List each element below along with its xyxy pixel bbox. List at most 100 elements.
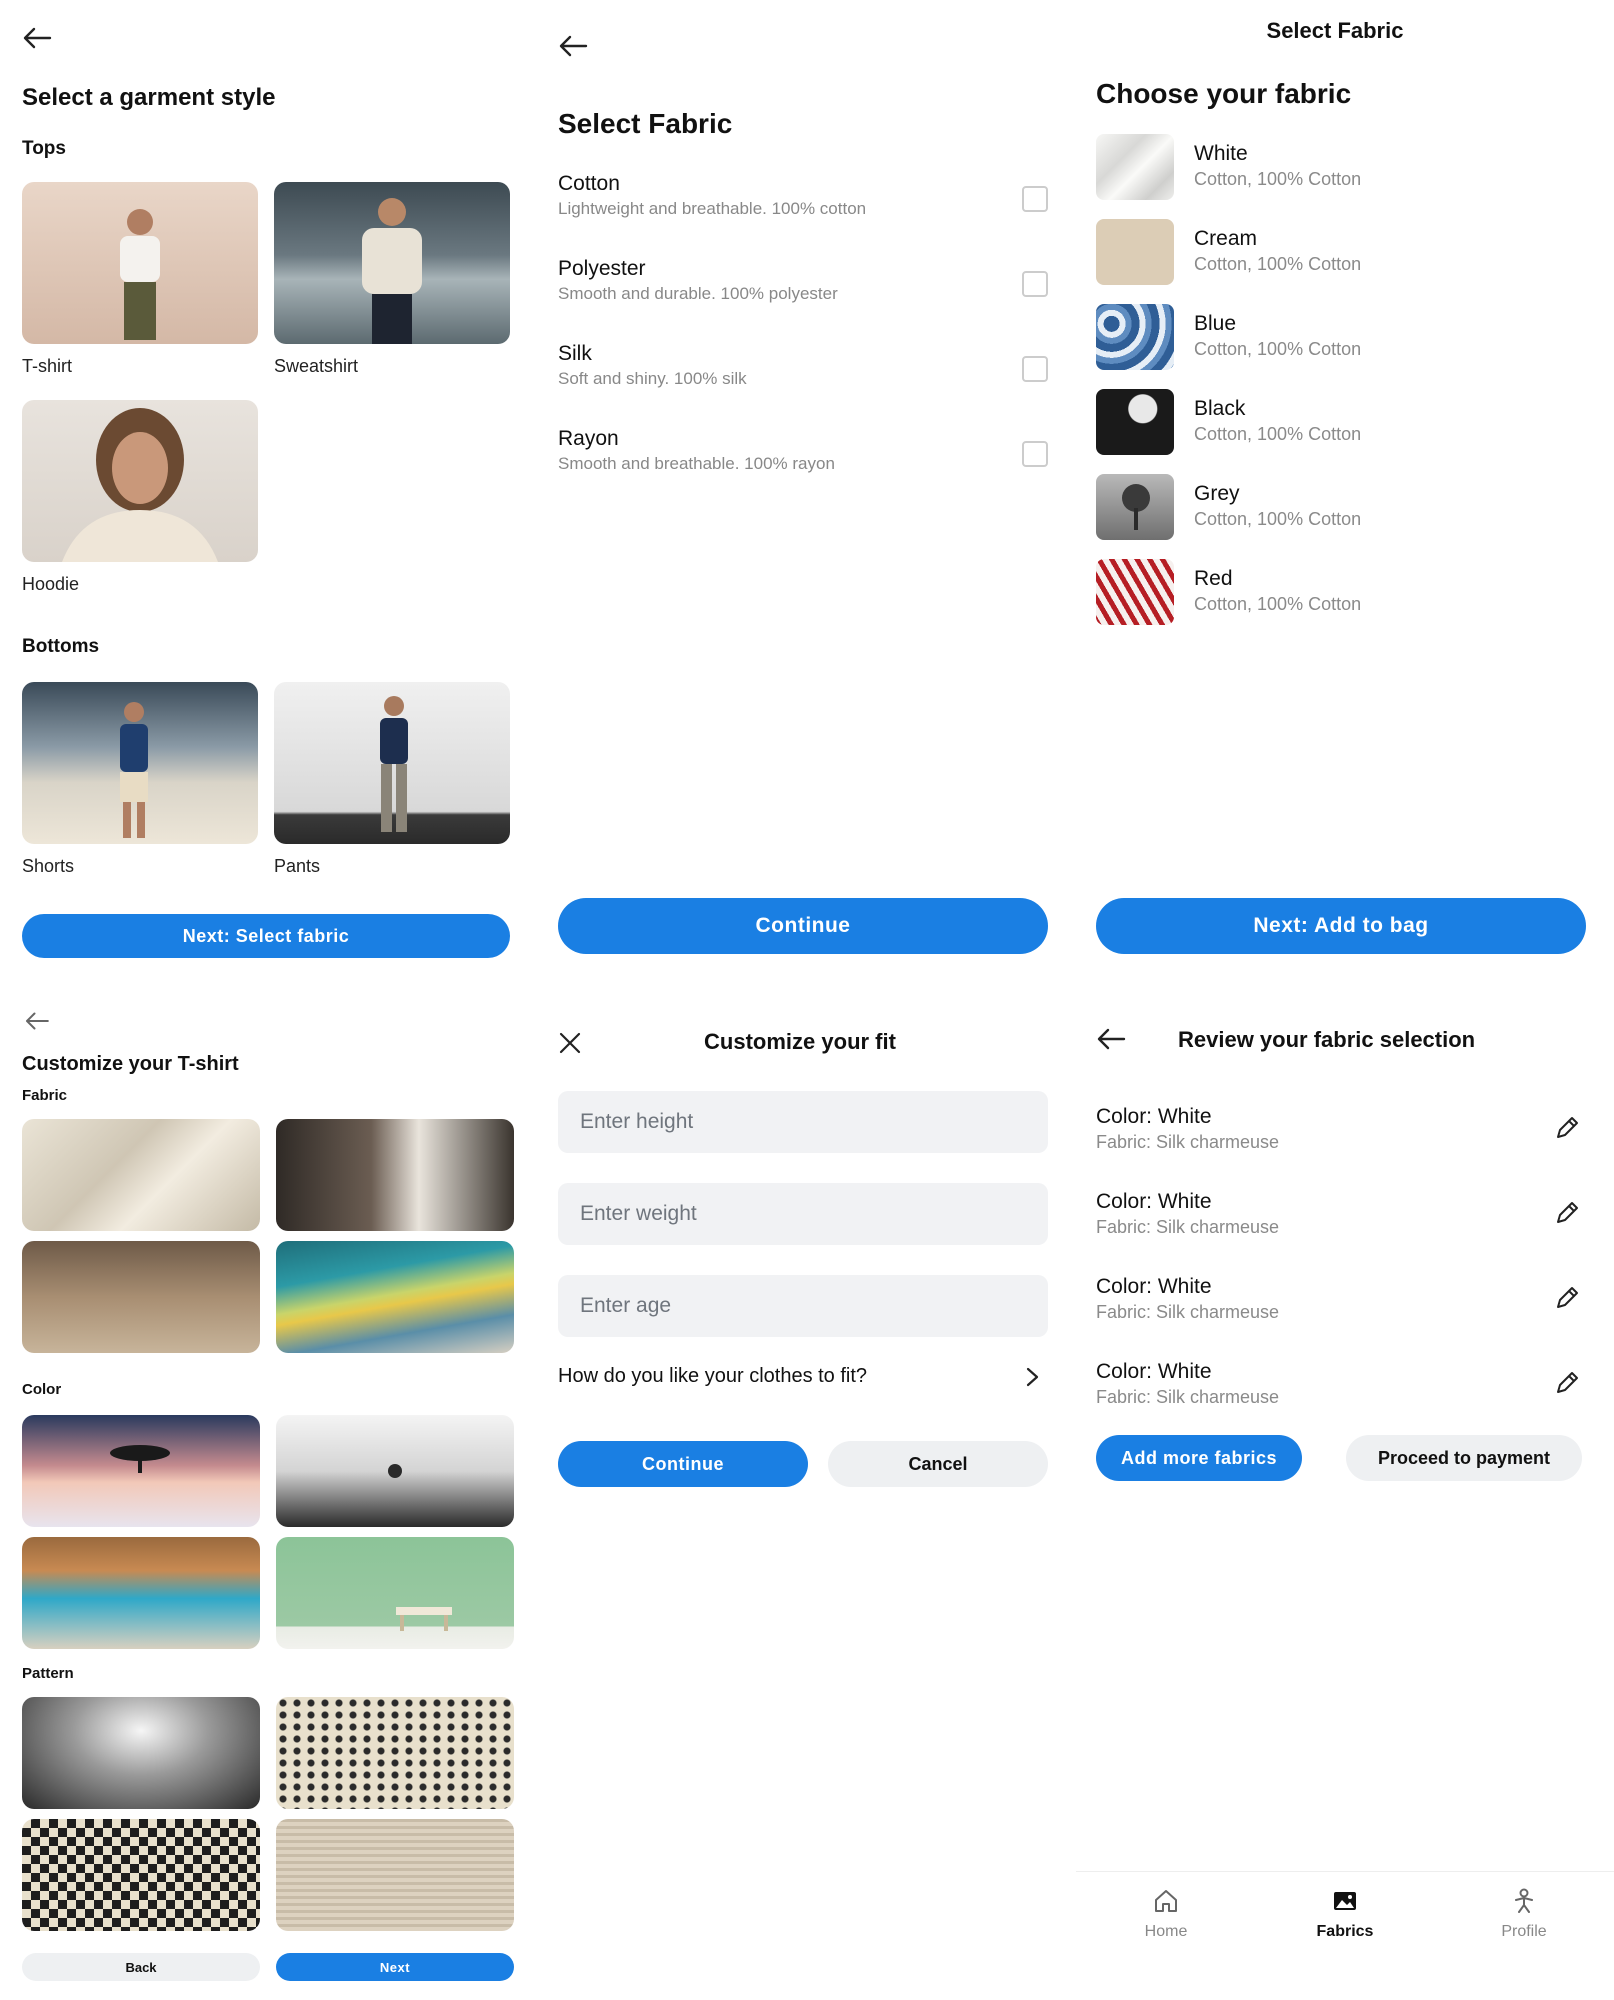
proceed-to-payment-button[interactable]: Proceed to payment <box>1346 1435 1582 1481</box>
fabric-description: Smooth and durable. 100% polyester <box>558 284 838 303</box>
swatch-description: Cotton, 100% Cotton <box>1194 509 1362 529</box>
edit-pencil-icon[interactable] <box>1552 1283 1582 1313</box>
edit-pencil-icon[interactable] <box>1552 1198 1582 1228</box>
back-button[interactable]: Back <box>22 1953 260 1981</box>
color-option-image[interactable] <box>276 1537 514 1649</box>
add-more-fabrics-button[interactable]: Add more fabrics <box>1096 1435 1302 1481</box>
white-swatch <box>1096 134 1174 200</box>
blue-swatch <box>1096 304 1174 370</box>
tshirt-image[interactable] <box>22 182 258 344</box>
fabric-description: Lightweight and breathable. 100% cotton <box>558 199 867 218</box>
rayon-checkbox[interactable] <box>1022 441 1048 467</box>
back-arrow-icon[interactable] <box>22 26 52 50</box>
cream-swatch <box>1096 219 1174 285</box>
page-title: Select Fabric <box>558 108 733 139</box>
fabric-option-image[interactable] <box>276 1241 514 1353</box>
next-button[interactable]: Next <box>276 1953 514 1981</box>
garment-style-screen: Select a garment style Tops T-shirt Swea… <box>0 0 538 985</box>
tab-home-label: Home <box>1144 1923 1188 1940</box>
review-fabric: Fabric: Silk charmeuse <box>1096 1132 1280 1152</box>
pattern-option-image[interactable] <box>22 1697 260 1809</box>
swatch-row-black[interactable]: Black Cotton, 100% Cotton <box>1096 389 1596 459</box>
swatch-row-white[interactable]: White Cotton, 100% Cotton <box>1096 134 1596 204</box>
continue-button[interactable]: Continue <box>558 1441 808 1487</box>
back-arrow-icon[interactable] <box>24 1011 50 1031</box>
pattern-option-image[interactable] <box>276 1697 514 1809</box>
review-color: Color: White <box>1096 1105 1212 1128</box>
customize-fit-screen: Customize your fit Enter height Enter we… <box>538 985 1076 2000</box>
edit-pencil-icon[interactable] <box>1552 1113 1582 1143</box>
review-item: Color: White Fabric: Silk charmeuse <box>1096 1360 1596 1420</box>
tab-profile[interactable]: Profile <box>1464 1887 1584 1957</box>
swatch-name: Blue <box>1194 312 1237 335</box>
weight-input[interactable]: Enter weight <box>558 1183 1048 1245</box>
silk-checkbox[interactable] <box>1022 356 1048 382</box>
page-title: Choose your fabric <box>1096 78 1352 109</box>
select-fabric-screen: Select Fabric Cotton Lightweight and bre… <box>538 0 1076 985</box>
pants-image[interactable] <box>274 682 510 844</box>
page-title: Customize your fit <box>704 1029 896 1054</box>
age-input[interactable]: Enter age <box>558 1275 1048 1337</box>
tab-fabrics[interactable]: Fabrics <box>1285 1887 1405 1957</box>
fabric-option-image[interactable] <box>22 1119 260 1231</box>
swatch-row-cream[interactable]: Cream Cotton, 100% Cotton <box>1096 219 1596 289</box>
swatch-row-grey[interactable]: Grey Cotton, 100% Cotton <box>1096 474 1596 544</box>
review-color: Color: White <box>1096 1360 1212 1383</box>
hoodie-label: Hoodie <box>22 574 80 594</box>
edit-pencil-icon[interactable] <box>1552 1368 1582 1398</box>
height-input[interactable]: Enter height <box>558 1091 1048 1153</box>
sweatshirt-image[interactable] <box>274 182 510 344</box>
fabric-option-polyester[interactable]: Polyester Smooth and durable. 100% polye… <box>558 257 1058 327</box>
back-arrow-icon[interactable] <box>1096 1027 1126 1051</box>
back-arrow-icon[interactable] <box>558 34 588 58</box>
sweatshirt-label: Sweatshirt <box>274 356 359 376</box>
shorts-image[interactable] <box>22 682 258 844</box>
tab-fabrics-label: Fabrics <box>1316 1923 1374 1940</box>
fabric-option-rayon[interactable]: Rayon Smooth and breathable. 100% rayon <box>558 427 1058 497</box>
home-icon <box>1155 1890 1177 1912</box>
red-swatch <box>1096 559 1174 625</box>
black-swatch <box>1096 389 1174 455</box>
hoodie-image[interactable] <box>22 400 258 562</box>
fabric-option-cotton[interactable]: Cotton Lightweight and breathable. 100% … <box>558 172 1058 242</box>
tab-bar-divider <box>1076 1871 1614 1872</box>
pattern-option-image[interactable] <box>276 1819 514 1931</box>
fabric-option-image[interactable] <box>276 1119 514 1231</box>
next-add-to-bag-button[interactable]: Next: Add to bag <box>1096 898 1586 954</box>
polyester-checkbox[interactable] <box>1022 271 1048 297</box>
color-option-image[interactable] <box>276 1415 514 1527</box>
bottoms-heading: Bottoms <box>22 636 100 657</box>
tab-home[interactable]: Home <box>1106 1887 1226 1957</box>
cancel-button[interactable]: Cancel <box>828 1441 1048 1487</box>
swatch-row-red[interactable]: Red Cotton, 100% Cotton <box>1096 559 1596 629</box>
fit-preference-row[interactable]: How do you like your clothes to fit? <box>558 1365 1048 1405</box>
page-title: Select a garment style <box>22 84 276 111</box>
cotton-checkbox[interactable] <box>1022 186 1048 212</box>
fabric-heading: Fabric <box>22 1087 68 1104</box>
pattern-option-image[interactable] <box>22 1819 260 1931</box>
tab-profile-label: Profile <box>1501 1923 1547 1940</box>
fabric-description: Soft and shiny. 100% silk <box>558 369 747 388</box>
review-item: Color: White Fabric: Silk charmeuse <box>1096 1190 1596 1250</box>
swatch-description: Cotton, 100% Cotton <box>1194 254 1362 274</box>
tshirt-label: T-shirt <box>22 356 73 376</box>
person-icon <box>1515 1888 1533 1913</box>
review-color: Color: White <box>1096 1275 1212 1298</box>
review-item: Color: White Fabric: Silk charmeuse <box>1096 1105 1596 1165</box>
header-title: Select Fabric <box>1266 18 1404 43</box>
grey-swatch <box>1096 474 1174 540</box>
next-select-fabric-button[interactable]: Next: Select fabric <box>22 914 510 958</box>
pants-label: Pants <box>274 856 321 876</box>
color-heading: Color <box>22 1381 62 1398</box>
fabric-option-image[interactable] <box>22 1241 260 1353</box>
color-option-image[interactable] <box>22 1537 260 1649</box>
continue-button[interactable]: Continue <box>558 898 1048 954</box>
swatch-name: Black <box>1194 397 1246 420</box>
image-icon <box>1334 1892 1356 1910</box>
swatch-row-blue[interactable]: Blue Cotton, 100% Cotton <box>1096 304 1596 374</box>
fabric-description: Smooth and breathable. 100% rayon <box>558 454 835 473</box>
color-option-image[interactable] <box>22 1415 260 1527</box>
review-fabric: Fabric: Silk charmeuse <box>1096 1217 1280 1237</box>
fabric-name: Cotton <box>558 172 620 195</box>
fabric-option-silk[interactable]: Silk Soft and shiny. 100% silk <box>558 342 1058 412</box>
